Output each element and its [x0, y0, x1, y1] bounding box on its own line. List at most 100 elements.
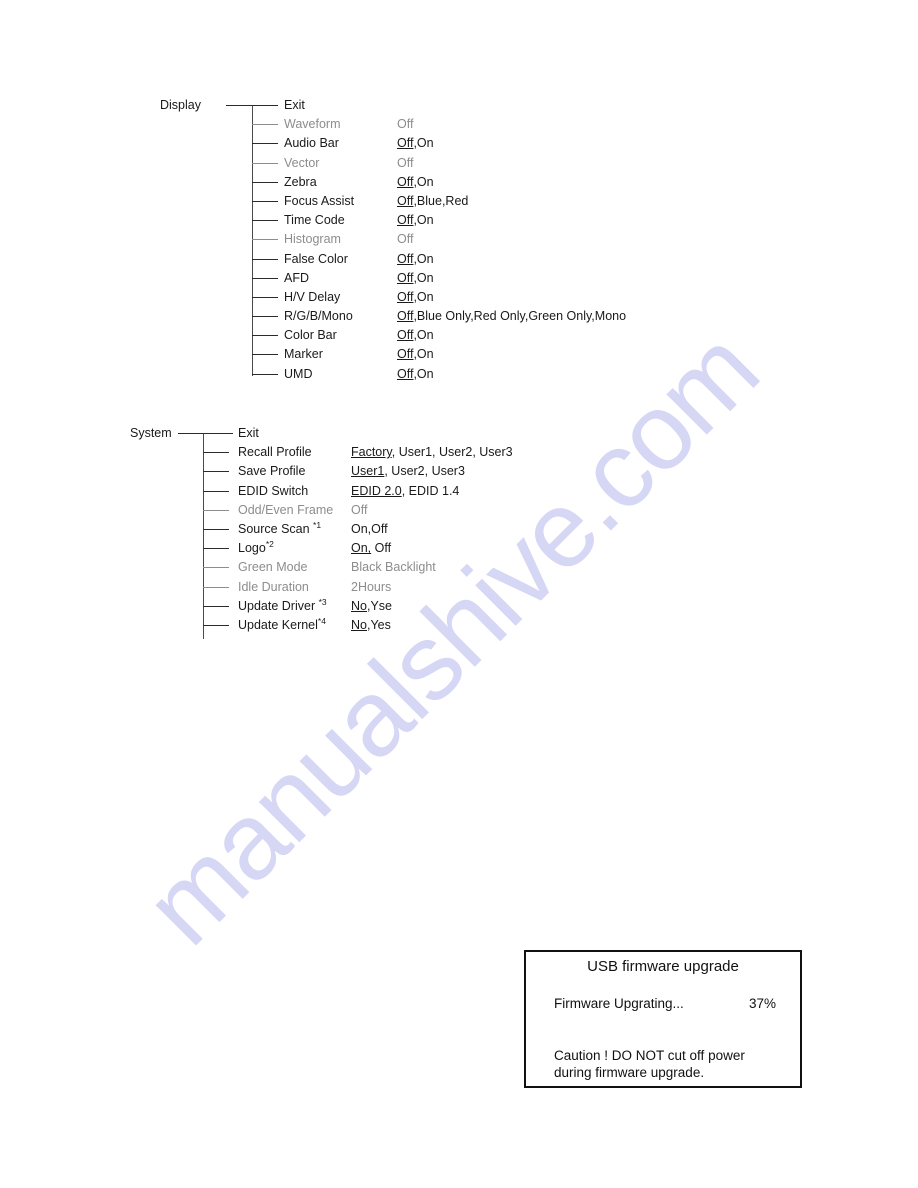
display-menu-item-label: Histogram: [284, 232, 341, 247]
tree-branch-line: [252, 258, 278, 260]
display-menu-item-label: Zebra: [284, 174, 317, 189]
footnote-marker: *3: [318, 596, 327, 607]
tree-branch-line: [203, 490, 229, 492]
system-menu-item-value: EDID 2.0, EDID 1.4: [351, 483, 460, 498]
system-menu-item-value: 2Hours: [351, 579, 392, 594]
system-tree-spine: [203, 433, 204, 639]
display-menu-item-label: H/V Delay: [284, 289, 341, 304]
default-option: No: [351, 617, 367, 632]
display-menu-item-value: Off,On: [397, 251, 434, 266]
tree-branch-line: [252, 162, 278, 164]
display-menu-item-value: Off,Blue,Red: [397, 193, 469, 208]
tree-branch-line: [252, 296, 278, 298]
display-menu-item-value: Off,On: [397, 347, 434, 362]
system-menu-item-label: Update Kernel*4: [238, 615, 326, 632]
caution-line-2: during firmware upgrade.: [554, 1065, 705, 1080]
tree-branch-line: [252, 220, 278, 222]
display-menu-item-value: Off,Blue Only,Red Only,Green Only,Mono: [397, 309, 627, 324]
display-menu-item-value: Off,On: [397, 270, 434, 285]
tree-branch-line: [203, 452, 229, 454]
system-menu-item-label: Exit: [238, 426, 259, 440]
firmware-progress-row: Firmware Upgrating... 37%: [554, 996, 776, 1011]
tree-branch-line: [203, 528, 229, 530]
system-menu-item-value: Off: [351, 502, 368, 517]
display-menu-item-value: Off,On: [397, 289, 434, 304]
system-menu-item-label: Update Driver *3: [238, 596, 327, 613]
default-option: Off: [397, 347, 414, 362]
system-menu-item-label: Source Scan *1: [238, 519, 322, 536]
caution-line-1: Caution ! DO NOT cut off power: [554, 1048, 745, 1063]
tree-branch-line: [252, 124, 278, 126]
system-menu-item-value: On, Off: [351, 541, 392, 556]
default-option: Off: [397, 213, 414, 228]
display-menu-item-label: Waveform: [284, 117, 341, 132]
display-menu-item-label: Marker: [284, 347, 323, 362]
system-menu-item-value: User1, User2, User3: [351, 464, 465, 479]
tree-branch-line: [252, 200, 278, 202]
system-menu-item-value: No,Yes: [351, 617, 391, 632]
default-option: Off: [397, 174, 414, 189]
display-menu-item-value: Off,On: [397, 366, 434, 381]
tree-branch-line: [203, 624, 229, 626]
system-menu-item-value: On,Off: [351, 521, 388, 536]
display-menu-item-value: Off: [397, 232, 414, 247]
system-menu-item-label: Green Mode: [238, 560, 308, 575]
display-menu-item-value: Off: [397, 117, 414, 132]
tree-branch-line: [252, 181, 278, 183]
default-option: On,: [351, 541, 372, 556]
display-menu-item-label: False Color: [284, 251, 348, 266]
default-option: Off: [397, 251, 414, 266]
display-root-label: Display: [160, 98, 201, 112]
tree-branch-line: [203, 433, 229, 434]
display-menu-item-label: Vector: [284, 155, 320, 170]
default-option: No: [351, 598, 367, 613]
display-menu-item-value: Off,On: [397, 328, 434, 343]
default-option: Off: [397, 193, 414, 208]
default-option: Off: [397, 366, 414, 381]
tree-branch-line: [252, 239, 278, 241]
display-menu-item-value: Off: [397, 155, 414, 170]
firmware-progress-label: Firmware Upgrating...: [554, 996, 684, 1011]
default-option: Off: [397, 309, 414, 324]
system-menu-item-label: Odd/Even Frame: [238, 502, 334, 517]
tree-branch-line: [203, 586, 229, 588]
display-menu-item-label: Exit: [284, 98, 305, 112]
display-menu-item-label: R/G/B/Mono: [284, 309, 353, 324]
tree-branch-line: [252, 316, 278, 318]
default-option: User1: [351, 464, 385, 479]
tree-branch-line: [252, 335, 278, 337]
display-menu-item-value: Off,On: [397, 174, 434, 189]
footnote-marker: *1: [313, 519, 322, 530]
display-menu-item-label: Time Code: [284, 213, 345, 228]
tree-branch-line: [203, 471, 229, 473]
system-menu-item-value: Factory, User1, User2, User3: [351, 445, 513, 460]
firmware-caution-text: Caution ! DO NOT cut off power during fi…: [554, 1047, 786, 1081]
display-menu-item-label: UMD: [284, 366, 313, 381]
display-menu-item-label: Color Bar: [284, 328, 337, 343]
tree-branch-line: [252, 277, 278, 279]
default-option: Off: [397, 289, 414, 304]
tree-branch-line: [203, 509, 229, 511]
system-menu-item-label: Idle Duration: [238, 579, 309, 594]
display-menu-item-label: Focus Assist: [284, 193, 355, 208]
tree-branch-line: [203, 548, 229, 550]
watermark-text: manualshive.com: [121, 308, 780, 967]
display-menu-item-value: Off,On: [397, 213, 434, 228]
default-option: Off: [397, 328, 414, 343]
footnote-marker: *2: [265, 538, 274, 549]
display-menu-item-label: AFD: [284, 270, 309, 285]
firmware-progress-percent: 37%: [748, 996, 776, 1011]
footnote-marker: *4: [317, 615, 326, 626]
system-menu-item-label: Recall Profile: [238, 445, 312, 460]
system-menu-item-value: No,Yse: [351, 598, 392, 613]
display-menu-item-value: Off,On: [397, 136, 434, 151]
system-menu-item-label: Logo*2: [238, 538, 274, 556]
tree-branch-line: [203, 605, 229, 607]
tree-branch-line: [252, 373, 278, 375]
tree-branch-line: [252, 143, 278, 145]
system-root-label: System: [130, 426, 172, 440]
usb-firmware-upgrade-dialog: USB firmware upgrade Firmware Upgrating.…: [524, 950, 802, 1088]
display-menu-item-label: Audio Bar: [284, 136, 339, 151]
default-option: EDID 2.0: [351, 483, 402, 498]
dialog-title: USB firmware upgrade: [587, 958, 739, 975]
